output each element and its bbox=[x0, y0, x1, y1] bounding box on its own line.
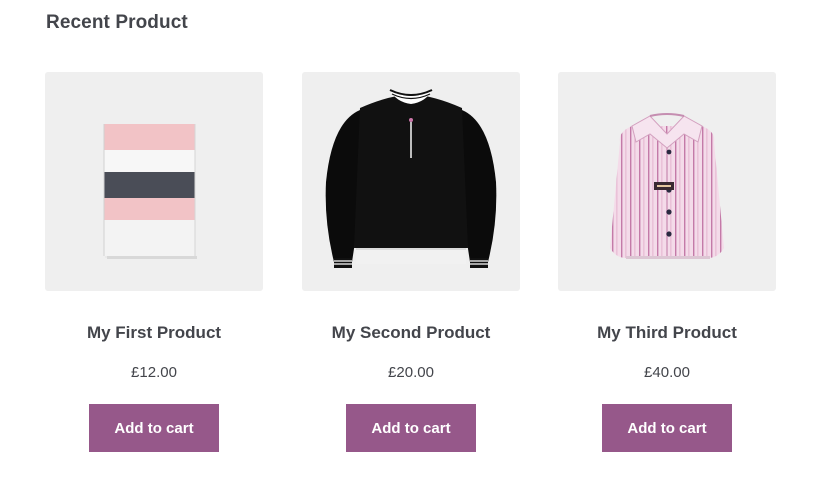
product-image[interactable] bbox=[45, 72, 263, 291]
product-grid: My First Product £12.00 Add to cart My S… bbox=[0, 0, 834, 490]
product-card: My Second Product £20.00 Add to cart bbox=[302, 72, 520, 452]
product-price: £12.00 bbox=[131, 364, 177, 381]
product-card: My Third Product £40.00 Add to cart bbox=[558, 72, 776, 452]
add-to-cart-button[interactable]: Add to cart bbox=[89, 404, 219, 452]
product-title[interactable]: My First Product bbox=[25, 323, 283, 343]
product-image[interactable] bbox=[558, 72, 776, 291]
product-price: £40.00 bbox=[644, 364, 690, 381]
product-card: My First Product £12.00 Add to cart bbox=[45, 72, 263, 452]
towel-image bbox=[103, 124, 197, 259]
add-to-cart-button[interactable]: Add to cart bbox=[346, 404, 476, 452]
product-price: £20.00 bbox=[388, 364, 434, 381]
product-title[interactable]: My Second Product bbox=[282, 323, 540, 343]
add-to-cart-button[interactable]: Add to cart bbox=[602, 404, 732, 452]
shirt-image bbox=[610, 113, 724, 259]
sweatshirt-image bbox=[325, 89, 497, 268]
product-image[interactable] bbox=[302, 72, 520, 291]
product-title[interactable]: My Third Product bbox=[538, 323, 796, 343]
